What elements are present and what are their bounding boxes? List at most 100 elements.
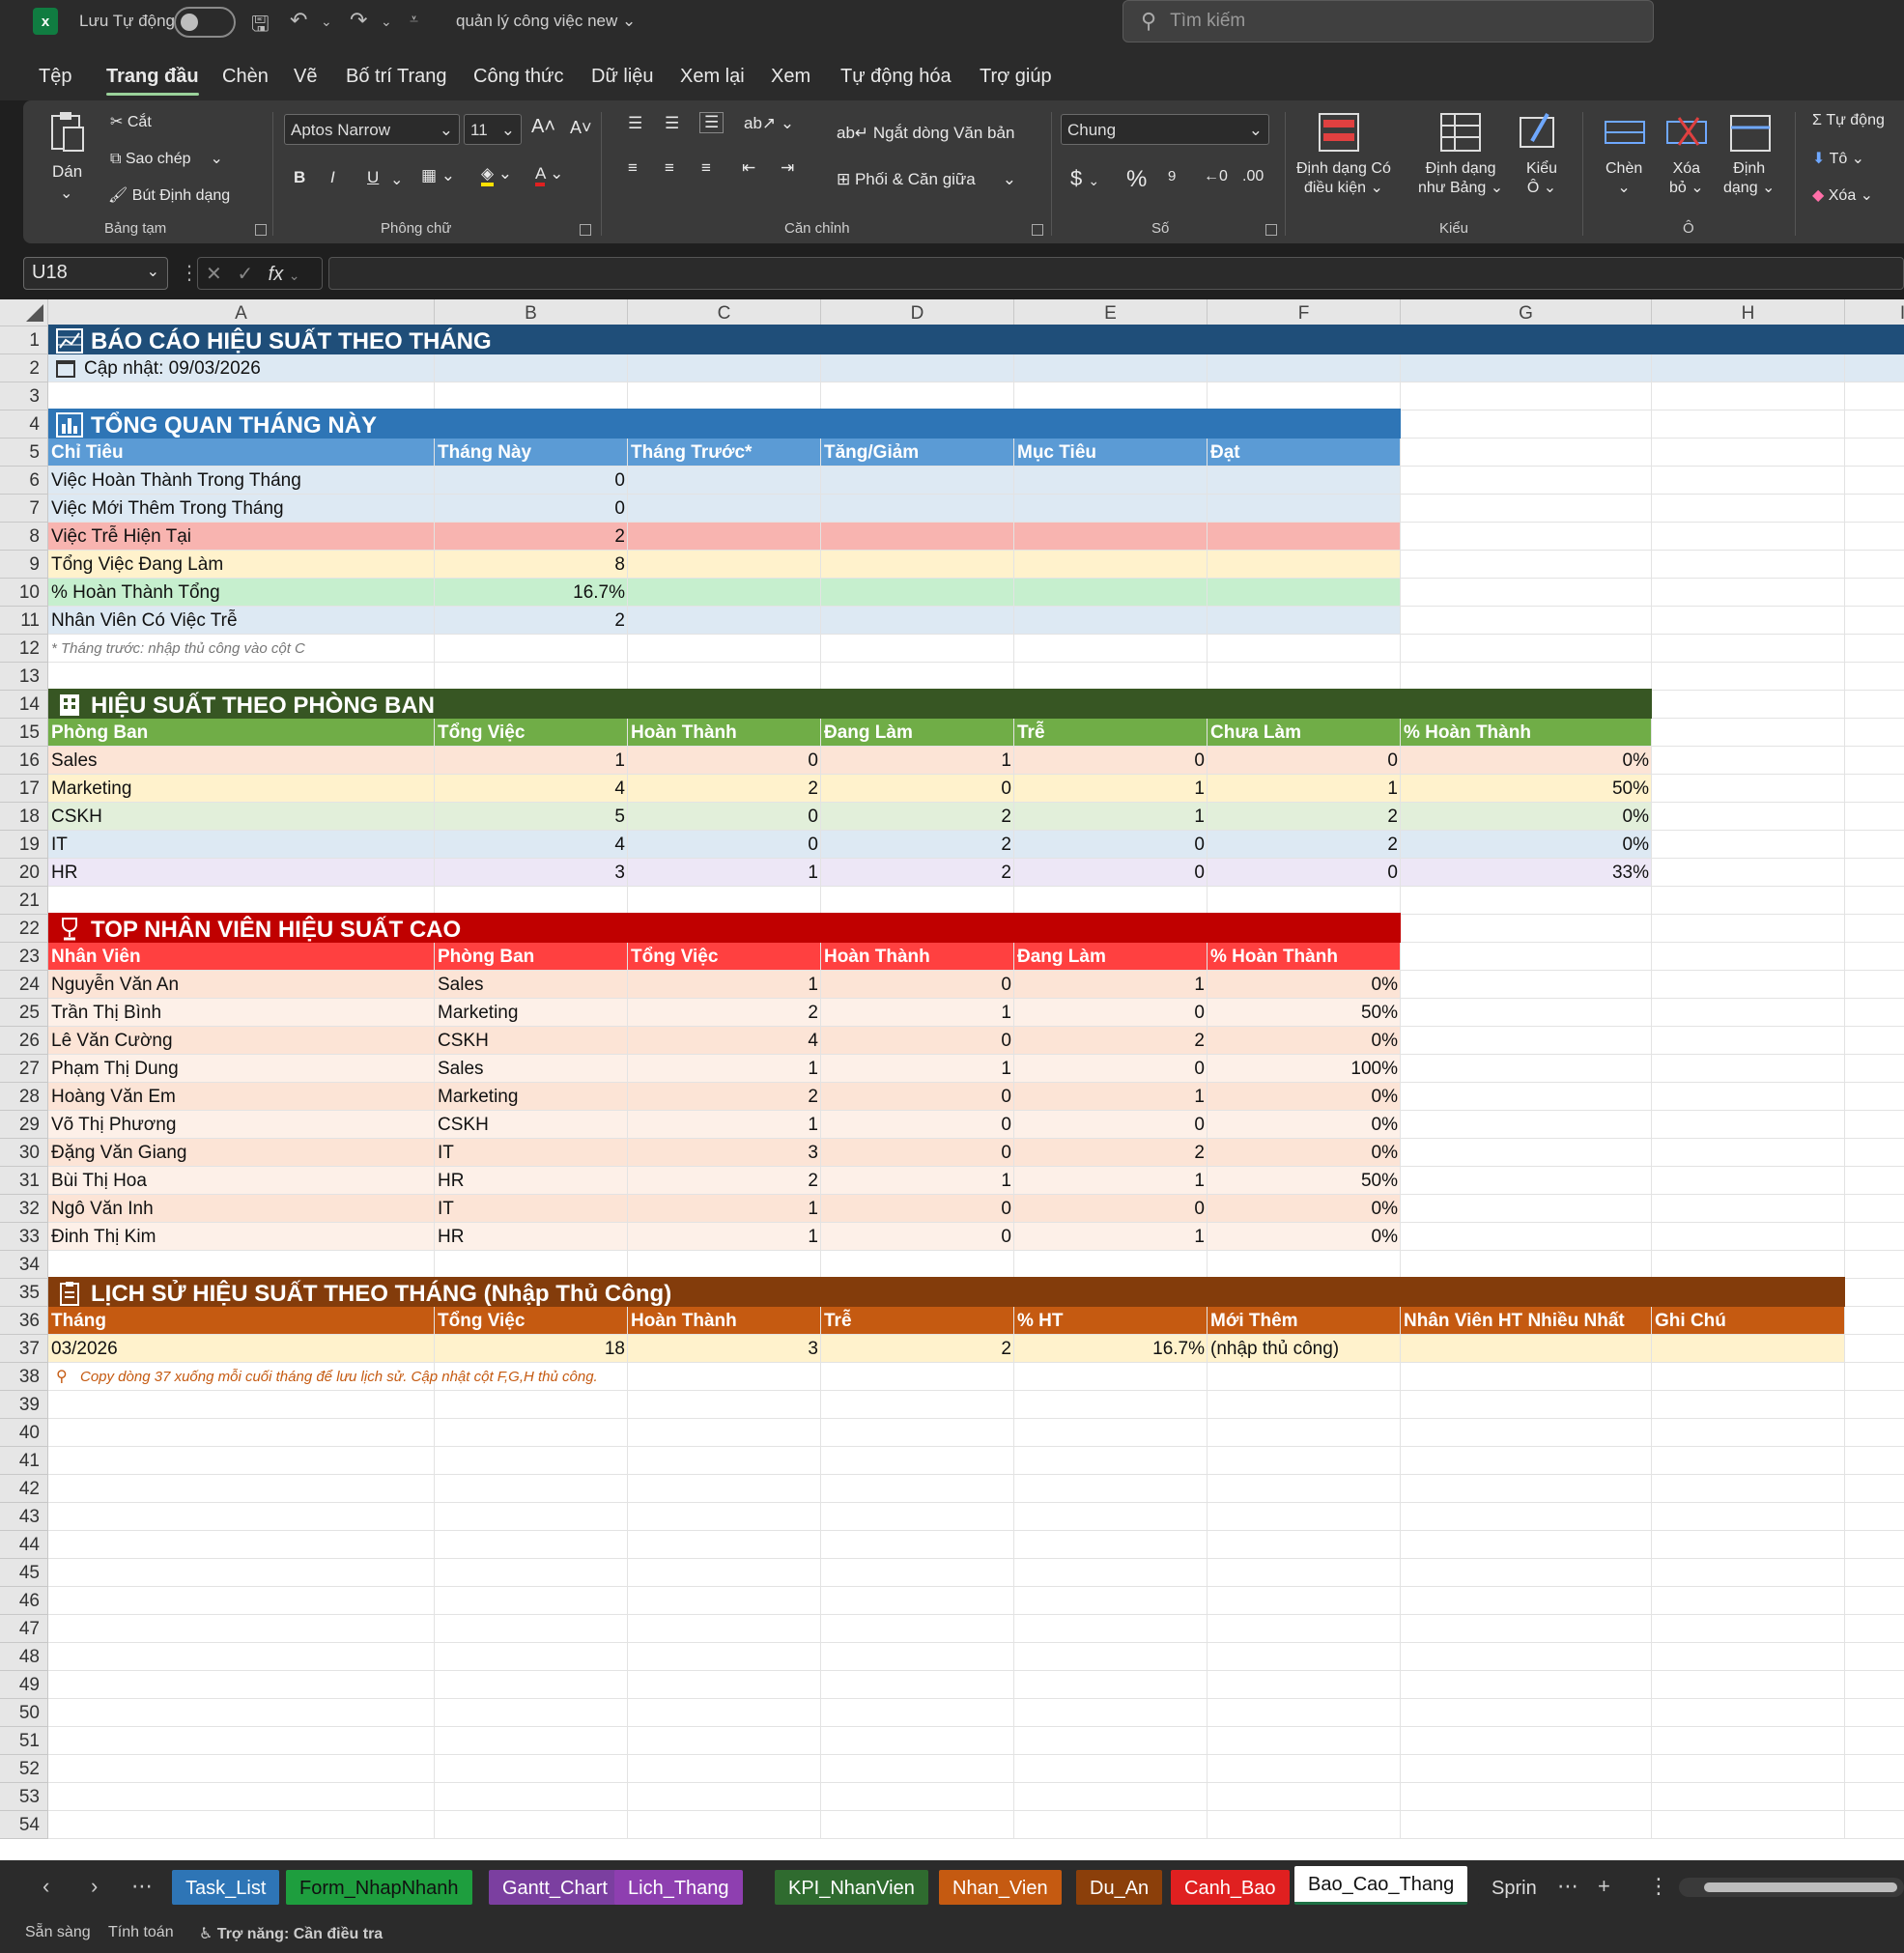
cancel-icon[interactable]: ✕ (206, 264, 222, 285)
cell[interactable] (1845, 1727, 1904, 1755)
cell[interactable] (1652, 1783, 1845, 1811)
cell[interactable] (1845, 523, 1904, 551)
cell[interactable] (1208, 1559, 1401, 1587)
cell[interactable] (1401, 1475, 1652, 1503)
overflow-icon[interactable]: ⋯ (1557, 1874, 1578, 1899)
fill-button[interactable]: ⬇ Tô ⌄ (1812, 149, 1864, 168)
cell[interactable] (1014, 663, 1208, 691)
cell[interactable] (1652, 607, 1845, 635)
redo-dropdown-icon[interactable]: ⌄ (381, 14, 392, 30)
sheet-tab-lich-thang[interactable]: Lich_Thang (614, 1870, 743, 1905)
prev-sheet-icon[interactable]: ‹ (43, 1874, 49, 1899)
number-launcher[interactable] (1265, 224, 1277, 236)
column-header-h[interactable]: H (1652, 299, 1845, 326)
cell[interactable] (1014, 1251, 1208, 1279)
cell[interactable] (1401, 1251, 1652, 1279)
cell[interactable] (1401, 1643, 1652, 1671)
cell[interactable] (1845, 1027, 1904, 1055)
cell[interactable] (1401, 663, 1652, 691)
cell[interactable] (1652, 719, 1845, 747)
row-header[interactable]: 3 (0, 382, 48, 410)
row-header[interactable]: 12 (0, 635, 48, 663)
cell[interactable] (821, 1783, 1014, 1811)
undo-icon[interactable]: ↶ (290, 8, 307, 33)
cell[interactable] (1652, 579, 1845, 607)
cell[interactable] (435, 1475, 628, 1503)
row-header[interactable]: 31 (0, 1167, 48, 1195)
cell[interactable] (1014, 1755, 1208, 1783)
cell[interactable] (628, 607, 821, 635)
column-header-i[interactable]: I (1845, 299, 1904, 326)
accessibility-status[interactable]: ♿ Trợ năng: Cần điều tra (199, 1924, 383, 1943)
cell[interactable] (1014, 1643, 1208, 1671)
cell[interactable] (1401, 999, 1652, 1027)
cell[interactable] (1014, 1587, 1208, 1615)
cell[interactable] (1845, 635, 1904, 663)
cell[interactable] (1401, 943, 1652, 971)
borders-icon[interactable]: ▦ ⌄ (421, 166, 455, 185)
row-header[interactable]: 39 (0, 1391, 48, 1419)
cell[interactable] (1652, 1587, 1845, 1615)
tab-data[interactable]: Dữ liệu (591, 66, 654, 88)
cell[interactable] (1652, 1139, 1845, 1167)
cell[interactable] (435, 1671, 628, 1699)
row-header[interactable]: 14 (0, 691, 48, 719)
cell[interactable] (1652, 551, 1845, 579)
cell[interactable] (435, 1727, 628, 1755)
row-header[interactable]: 10 (0, 579, 48, 607)
cell[interactable] (628, 495, 821, 523)
cell[interactable] (1845, 382, 1904, 410)
cell[interactable] (1845, 1195, 1904, 1223)
cell[interactable] (821, 887, 1014, 915)
increase-decimal-icon[interactable]: ←0 (1204, 168, 1228, 185)
sheet-tab-sprin[interactable]: Sprin (1478, 1870, 1550, 1905)
cell[interactable] (821, 1559, 1014, 1587)
row-header[interactable]: 27 (0, 1055, 48, 1083)
cell[interactable] (1014, 551, 1208, 579)
cell[interactable] (1014, 1559, 1208, 1587)
cell[interactable] (1401, 1391, 1652, 1419)
cell[interactable] (628, 467, 821, 495)
cell[interactable] (1845, 887, 1904, 915)
row-header[interactable]: 40 (0, 1419, 48, 1447)
row-header[interactable]: 37 (0, 1335, 48, 1363)
cell[interactable] (628, 635, 821, 663)
font-name-select[interactable]: Aptos Narrow ⌄ (284, 114, 460, 145)
font-launcher[interactable] (580, 224, 591, 236)
paste-icon[interactable] (48, 110, 87, 155)
cell[interactable] (1652, 1419, 1845, 1447)
cell[interactable] (1845, 1111, 1904, 1139)
cell[interactable] (1014, 382, 1208, 410)
cell[interactable] (628, 551, 821, 579)
cell[interactable] (1652, 1615, 1845, 1643)
row-header[interactable]: 41 (0, 1447, 48, 1475)
cell[interactable] (1845, 1531, 1904, 1559)
cell[interactable] (1845, 1391, 1904, 1419)
comma-style-icon[interactable]: ⁹ (1167, 166, 1177, 193)
cell[interactable] (435, 1755, 628, 1783)
cell[interactable] (1845, 1503, 1904, 1531)
cell[interactable] (1652, 1447, 1845, 1475)
cell[interactable] (1208, 1811, 1401, 1839)
cell[interactable] (1208, 1447, 1401, 1475)
cell[interactable] (628, 382, 821, 410)
row-header[interactable]: 1 (0, 326, 48, 354)
format-painter-button[interactable]: 🖌 Bút Định dạng (108, 185, 230, 205)
cell[interactable] (821, 1643, 1014, 1671)
document-title[interactable]: quản lý công việc new ⌄ (456, 12, 636, 31)
cell[interactable] (1401, 1167, 1652, 1195)
cell[interactable] (1845, 1223, 1904, 1251)
cell[interactable] (435, 1587, 628, 1615)
cell[interactable] (1652, 495, 1845, 523)
cell[interactable] (628, 1643, 821, 1671)
cell[interactable] (435, 1615, 628, 1643)
insert-function-icon[interactable]: fx (269, 264, 284, 285)
cell[interactable] (1208, 1699, 1401, 1727)
cell[interactable] (1401, 1139, 1652, 1167)
cell[interactable] (1845, 1139, 1904, 1167)
cell[interactable] (1401, 1727, 1652, 1755)
row-header[interactable]: 51 (0, 1727, 48, 1755)
cell[interactable] (628, 579, 821, 607)
cell[interactable] (1014, 607, 1208, 635)
redo-icon[interactable]: ↷ (350, 8, 367, 33)
